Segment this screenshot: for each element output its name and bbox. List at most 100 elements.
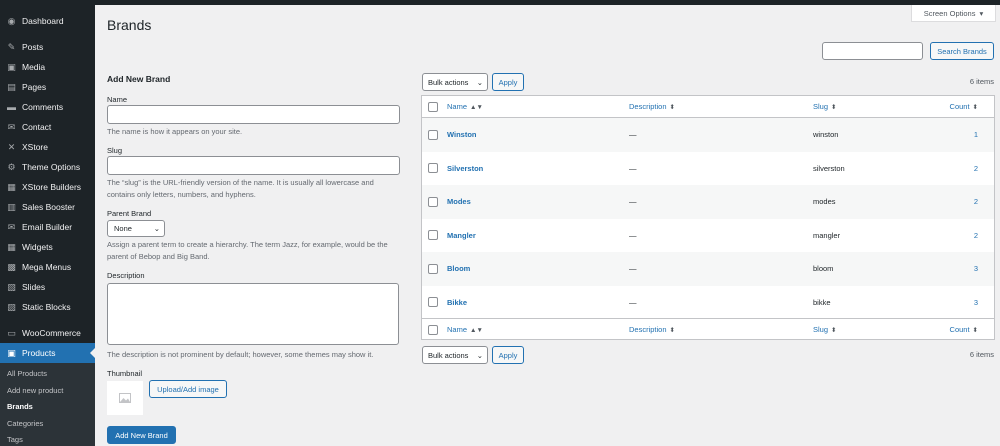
blocks-icon: ▨ <box>7 301 16 312</box>
sidebar-item-sales-booster[interactable]: ▥ Sales Booster <box>0 197 95 217</box>
sort-icon: ⬍ <box>669 327 675 334</box>
slug-field[interactable] <box>107 156 400 175</box>
brand-slug: silverston <box>813 163 845 173</box>
brand-description: — <box>629 130 637 140</box>
sidebar-item-slides[interactable]: ▧ Slides <box>0 277 95 297</box>
bulk-actions-select-top[interactable]: Bulk actions ⌄ <box>422 73 488 91</box>
chevron-down-icon: ▾ <box>979 8 984 18</box>
row-checkbox[interactable] <box>428 230 438 241</box>
sidebar-item-media[interactable]: ▣ Media <box>0 57 95 77</box>
sidebar-item-theme-options[interactable]: ⚙ Theme Options <box>0 157 95 177</box>
sidebar-item-mega-menus[interactable]: ▩ Mega Menus <box>0 257 95 277</box>
items-count-bottom: 6 items <box>969 350 994 359</box>
upload-image-button[interactable]: Upload/Add image <box>149 380 227 398</box>
brands-table: Name ▲▼ Description ⬍ Slug ⬍ Count ⬍ Winston… <box>421 95 995 340</box>
column-description-footer[interactable]: Description ⬍ <box>629 325 675 334</box>
sidebar-item-posts[interactable]: ✎ Posts <box>0 37 95 57</box>
table-row: Winston — winston 1 <box>422 118 994 152</box>
brand-name-link[interactable]: Modes <box>447 197 471 206</box>
parent-brand-description: Assign a parent term to create a hierarc… <box>107 240 388 261</box>
brand-count-link[interactable]: 2 <box>974 164 978 173</box>
submenu-categories[interactable]: Categories <box>0 416 95 433</box>
screen-options-button[interactable]: Screen Options ▾ <box>911 5 996 22</box>
row-checkbox[interactable] <box>428 196 438 207</box>
column-name-footer[interactable]: Name ▲▼ <box>447 325 483 334</box>
column-name[interactable]: Name ▲▼ <box>447 102 483 111</box>
sidebar-item-static-blocks[interactable]: ▨ Static Blocks <box>0 297 95 317</box>
column-count-footer[interactable]: Count ⬍ <box>950 325 978 334</box>
row-checkbox[interactable] <box>428 297 438 308</box>
sort-desc-icon: ▲▼ <box>470 327 483 334</box>
thumbnail-label: Thumbnail <box>107 369 143 378</box>
products-submenu: All Products Add new product Brands Cate… <box>0 363 95 446</box>
submenu-tags[interactable]: Tags <box>0 432 95 446</box>
row-checkbox[interactable] <box>428 129 438 140</box>
brand-count-link[interactable]: 2 <box>974 197 978 206</box>
slides-icon: ▧ <box>7 281 16 292</box>
table-row: Bloom — bloom 3 <box>422 252 994 286</box>
sidebar-item-widgets[interactable]: ▦ Widgets <box>0 237 95 257</box>
brand-slug: modes <box>813 197 836 207</box>
brand-count-link[interactable]: 3 <box>974 298 978 307</box>
dashboard-icon: ◉ <box>7 15 16 26</box>
apply-button-bottom[interactable]: Apply <box>492 346 524 364</box>
image-placeholder-icon <box>119 393 131 403</box>
admin-bar <box>0 0 1000 5</box>
brand-name-link[interactable]: Bloom <box>447 264 470 273</box>
slug-description: The “slug” is the URL-friendly version o… <box>107 178 374 199</box>
sidebar-item-contact[interactable]: ✉ Contact <box>0 117 95 137</box>
brand-name-link[interactable]: Mangler <box>447 231 476 240</box>
row-checkbox[interactable] <box>428 263 438 274</box>
select-all-checkbox-footer[interactable] <box>428 324 438 335</box>
sidebar-item-xstore-builders[interactable]: ▦ XStore Builders <box>0 177 95 197</box>
brand-description: — <box>629 163 637 173</box>
brand-name-link[interactable]: Winston <box>447 130 477 139</box>
page-title: Brands <box>107 17 152 33</box>
add-new-brand-button[interactable]: Add New Brand <box>107 426 176 444</box>
sidebar-item-email-builder[interactable]: ✉ Email Builder <box>0 217 95 237</box>
search-brands-button[interactable]: Search Brands <box>930 42 994 60</box>
bulk-actions-select-bottom[interactable]: Bulk actions ⌄ <box>422 346 488 364</box>
submenu-brands[interactable]: Brands <box>0 399 95 416</box>
brand-description: — <box>629 230 637 240</box>
sort-icon: ⬍ <box>972 327 978 334</box>
sort-icon: ⬍ <box>831 327 837 334</box>
description-textarea[interactable] <box>107 283 399 345</box>
sidebar-item-products[interactable]: ▣ Products <box>0 343 95 363</box>
brand-count-link[interactable]: 1 <box>974 130 978 139</box>
name-field[interactable] <box>107 105 400 124</box>
row-checkbox[interactable] <box>428 163 438 174</box>
submenu-add-new-product[interactable]: Add new product <box>0 383 95 400</box>
slug-label: Slug <box>107 146 123 155</box>
media-icon: ▣ <box>7 61 16 72</box>
apply-button-top[interactable]: Apply <box>492 73 524 91</box>
table-row: Bikke — bikke 3 <box>422 286 994 320</box>
select-all-checkbox[interactable] <box>428 101 438 112</box>
brand-description: — <box>629 197 637 207</box>
search-input[interactable] <box>822 42 923 60</box>
mega-menu-icon: ▩ <box>7 261 16 272</box>
column-slug-footer[interactable]: Slug ⬍ <box>813 325 836 334</box>
brand-count-link[interactable]: 3 <box>974 264 978 273</box>
sidebar-item-pages[interactable]: ▤ Pages <box>0 77 95 97</box>
sort-icon: ⬍ <box>831 104 837 111</box>
sidebar-item-xstore[interactable]: ✕ XStore <box>0 137 95 157</box>
column-slug[interactable]: Slug ⬍ <box>813 102 836 111</box>
email-icon: ✉ <box>7 221 16 232</box>
brand-name-link[interactable]: Bikke <box>447 298 467 307</box>
sidebar-item-woocommerce[interactable]: ▭ WooCommerce <box>0 323 95 343</box>
woocommerce-icon: ▭ <box>7 327 16 338</box>
submenu-all-products[interactable]: All Products <box>0 366 95 383</box>
brand-count-link[interactable]: 2 <box>974 231 978 240</box>
table-row: Silverston — silverston 2 <box>422 152 994 186</box>
parent-brand-select[interactable]: None ⌄ <box>107 220 165 237</box>
chevron-down-icon: ⌄ <box>476 77 483 87</box>
sidebar-item-dashboard[interactable]: ◉ Dashboard <box>0 11 95 31</box>
brand-slug: winston <box>813 130 839 140</box>
column-description[interactable]: Description ⬍ <box>629 102 675 111</box>
builder-icon: ▦ <box>7 181 16 192</box>
brand-name-link[interactable]: Silverston <box>447 164 483 173</box>
sidebar-item-comments[interactable]: ▬ Comments <box>0 97 95 117</box>
sort-icon: ⬍ <box>669 104 675 111</box>
column-count[interactable]: Count ⬍ <box>950 102 978 111</box>
